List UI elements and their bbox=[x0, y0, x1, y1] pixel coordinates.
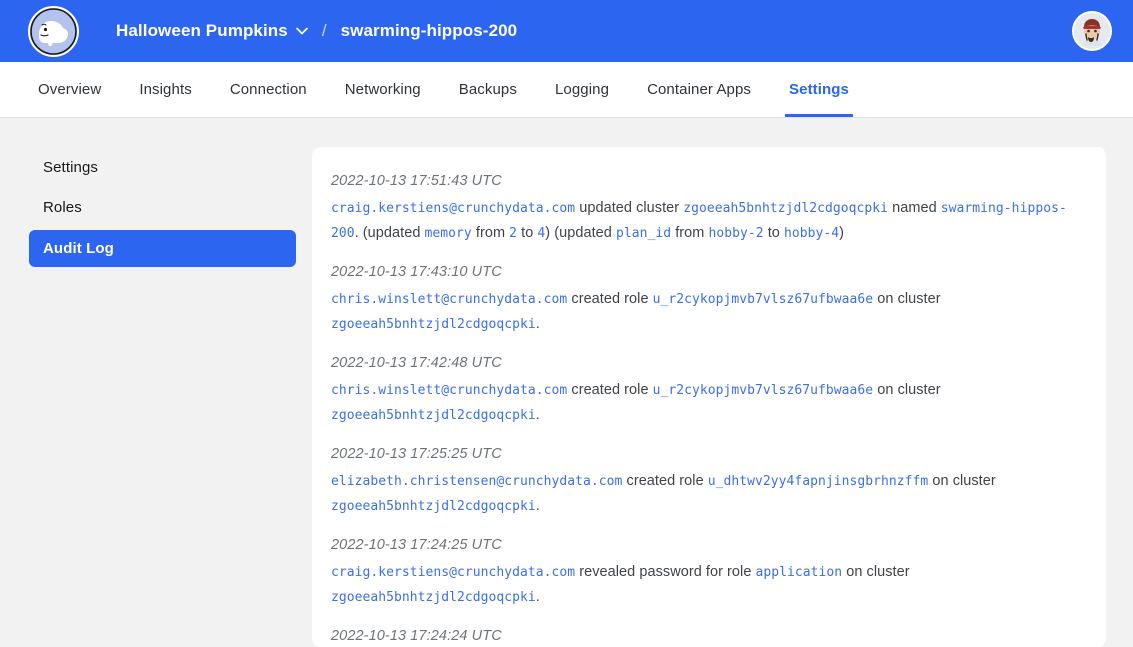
audit-entry-token[interactable]: craig.kerstiens@crunchydata.com bbox=[331, 565, 575, 580]
audit-entry-token[interactable]: u_dhtwv2yy4fapnjinsgbrhnzffm bbox=[708, 474, 929, 489]
tab-label: Overview bbox=[38, 81, 102, 98]
tab-label: Connection bbox=[229, 81, 307, 98]
audit-entry-message: craig.kerstiens@crunchydata.com revealed… bbox=[321, 560, 1084, 610]
tab-networking[interactable]: Networking bbox=[345, 62, 421, 117]
page-body: Settings Roles Audit Log 2022-10-13 17:5… bbox=[0, 118, 1133, 647]
audit-entry-token[interactable]: zgoeeah5bnhtzjdl2cdgoqcpki bbox=[683, 201, 888, 216]
tab-label: Settings bbox=[789, 81, 850, 98]
audit-log-entry: 2022-10-13 17:51:43 UTC craig.kerstiens@c… bbox=[321, 173, 1084, 246]
audit-entry-text: updated cluster bbox=[575, 200, 684, 216]
sidebar-item-label: Audit Log bbox=[43, 240, 114, 257]
audit-entry-text: created role bbox=[622, 473, 708, 489]
audit-entry-message: chris.winslett@crunchydata.com created r… bbox=[321, 378, 1084, 428]
audit-entry-text: ) (updated bbox=[545, 225, 616, 241]
audit-entry-token[interactable]: u_r2cykopjmvb7vlsz67ufbwaa6e bbox=[653, 292, 874, 307]
breadcrumb-separator: / bbox=[321, 21, 327, 40]
audit-entry-token[interactable]: hobby-2 bbox=[708, 226, 763, 241]
audit-entry-token[interactable]: memory bbox=[425, 226, 472, 241]
tab-connection[interactable]: Connection bbox=[230, 62, 307, 117]
sidebar-item-settings[interactable]: Settings bbox=[29, 150, 296, 184]
audit-log-entry: 2022-10-13 17:24:24 UTCelizabeth.christe… bbox=[321, 628, 1084, 647]
audit-entry-text: named bbox=[888, 200, 941, 216]
audit-entry-token[interactable]: 2 bbox=[509, 226, 517, 241]
audit-entry-text: from bbox=[671, 225, 709, 241]
audit-entry-text: created role bbox=[567, 291, 653, 307]
audit-log-entry: 2022-10-13 17:43:10 UTC chris.winslett@cr… bbox=[321, 264, 1084, 337]
sidebar-item-audit-log[interactable]: Audit Log bbox=[29, 230, 296, 267]
audit-log-entry: 2022-10-13 17:24:25 UTC craig.kerstiens@c… bbox=[321, 537, 1084, 610]
audit-entry-token[interactable]: zgoeeah5bnhtzjdl2cdgoqcpki bbox=[331, 317, 536, 332]
audit-entry-timestamp: 2022-10-13 17:51:43 UTC bbox=[331, 173, 502, 189]
audit-entry-text: to bbox=[763, 225, 784, 241]
audit-entry-text: on cluster bbox=[873, 382, 941, 398]
audit-entry-timestamp: 2022-10-13 17:24:24 UTC bbox=[331, 628, 502, 644]
audit-log-entry: 2022-10-13 17:25:25 UTC elizabeth.christe… bbox=[321, 446, 1084, 519]
audit-entry-text: . bbox=[535, 316, 540, 332]
audit-entry-text: created role bbox=[567, 382, 653, 398]
chevron-down-icon[interactable] bbox=[295, 27, 308, 35]
tab-backups[interactable]: Backups bbox=[459, 62, 517, 117]
audit-log-entry: 2022-10-13 17:42:48 UTC chris.winslett@cr… bbox=[321, 355, 1084, 428]
audit-entry-text: on cluster bbox=[842, 564, 910, 580]
audit-entry-text: . bbox=[535, 589, 540, 605]
breadcrumb-org[interactable]: Halloween Pumpkins bbox=[116, 21, 288, 41]
audit-entry-token[interactable]: application bbox=[756, 565, 843, 580]
audit-entry-token[interactable]: chris.winslett@crunchydata.com bbox=[331, 383, 567, 398]
settings-sidebar: Settings Roles Audit Log bbox=[0, 118, 312, 647]
audit-entry-text: . bbox=[535, 407, 540, 423]
hippo-logo-icon[interactable] bbox=[28, 5, 79, 57]
avatar[interactable] bbox=[1072, 11, 1112, 51]
audit-entry-text: from bbox=[471, 225, 510, 241]
audit-entry-token[interactable]: plan_id bbox=[616, 226, 671, 241]
audit-log-card: 2022-10-13 17:51:43 UTC craig.kerstiens@c… bbox=[312, 147, 1106, 647]
tab-label: Container Apps bbox=[647, 81, 752, 98]
tab-logging[interactable]: Logging bbox=[555, 62, 609, 117]
tab-label: Logging bbox=[554, 81, 610, 98]
audit-entry-text: on cluster bbox=[928, 473, 996, 489]
audit-entry-text: ) bbox=[839, 225, 845, 241]
main-tab-bar: Overview Insights Connection Networking … bbox=[0, 62, 1133, 118]
sidebar-item-label: Settings bbox=[43, 158, 98, 176]
audit-entry-timestamp: 2022-10-13 17:25:25 UTC bbox=[331, 446, 502, 462]
audit-entry-token[interactable]: craig.kerstiens@crunchydata.com bbox=[331, 201, 575, 216]
audit-entry-message: craig.kerstiens@crunchydata.com updated … bbox=[321, 196, 1084, 246]
tab-settings[interactable]: Settings bbox=[785, 62, 853, 117]
sidebar-item-label: Roles bbox=[43, 198, 82, 216]
audit-log-panel: 2022-10-13 17:51:43 UTC craig.kerstiens@c… bbox=[312, 118, 1133, 647]
audit-entry-token[interactable]: hobby-4 bbox=[784, 226, 839, 241]
audit-entry-timestamp: 2022-10-13 17:42:48 UTC bbox=[331, 355, 502, 371]
audit-entry-token[interactable]: chris.winslett@crunchydata.com bbox=[331, 292, 567, 307]
audit-entry-timestamp: 2022-10-13 17:43:10 UTC bbox=[331, 264, 502, 280]
audit-entry-text: . (updated bbox=[354, 225, 425, 241]
tab-label: Backups bbox=[458, 81, 517, 98]
audit-entry-message: elizabeth.christensen@crunchydata.com cr… bbox=[321, 469, 1084, 519]
audit-entry-text: to bbox=[517, 225, 538, 241]
audit-entry-text: on cluster bbox=[873, 291, 941, 307]
audit-log-entry-list: 2022-10-13 17:51:43 UTC craig.kerstiens@c… bbox=[321, 173, 1084, 647]
audit-entry-timestamp: 2022-10-13 17:24:25 UTC bbox=[331, 537, 502, 553]
top-header-bar: Halloween Pumpkins / swarming-hippos-200 bbox=[0, 0, 1133, 62]
tab-overview[interactable]: Overview bbox=[38, 62, 101, 117]
audit-entry-message: chris.winslett@crunchydata.com created r… bbox=[321, 287, 1084, 337]
audit-entry-text: revealed password for role bbox=[575, 564, 756, 580]
tab-label: Networking bbox=[344, 81, 421, 98]
audit-entry-text: . bbox=[535, 498, 540, 514]
tab-container-apps[interactable]: Container Apps bbox=[647, 62, 751, 117]
tab-insights[interactable]: Insights bbox=[139, 62, 192, 117]
sidebar-item-roles[interactable]: Roles bbox=[29, 190, 296, 224]
audit-entry-token[interactable]: zgoeeah5bnhtzjdl2cdgoqcpki bbox=[331, 590, 536, 605]
breadcrumb-cluster[interactable]: swarming-hippos-200 bbox=[341, 21, 518, 41]
audit-entry-token[interactable]: zgoeeah5bnhtzjdl2cdgoqcpki bbox=[331, 499, 536, 514]
audit-entry-token[interactable]: u_r2cykopjmvb7vlsz67ufbwaa6e bbox=[653, 383, 874, 398]
audit-entry-token[interactable]: elizabeth.christensen@crunchydata.com bbox=[331, 474, 622, 489]
breadcrumb: Halloween Pumpkins / swarming-hippos-200 bbox=[116, 21, 517, 41]
audit-entry-token[interactable]: zgoeeah5bnhtzjdl2cdgoqcpki bbox=[331, 408, 536, 423]
tab-label: Insights bbox=[139, 81, 192, 98]
